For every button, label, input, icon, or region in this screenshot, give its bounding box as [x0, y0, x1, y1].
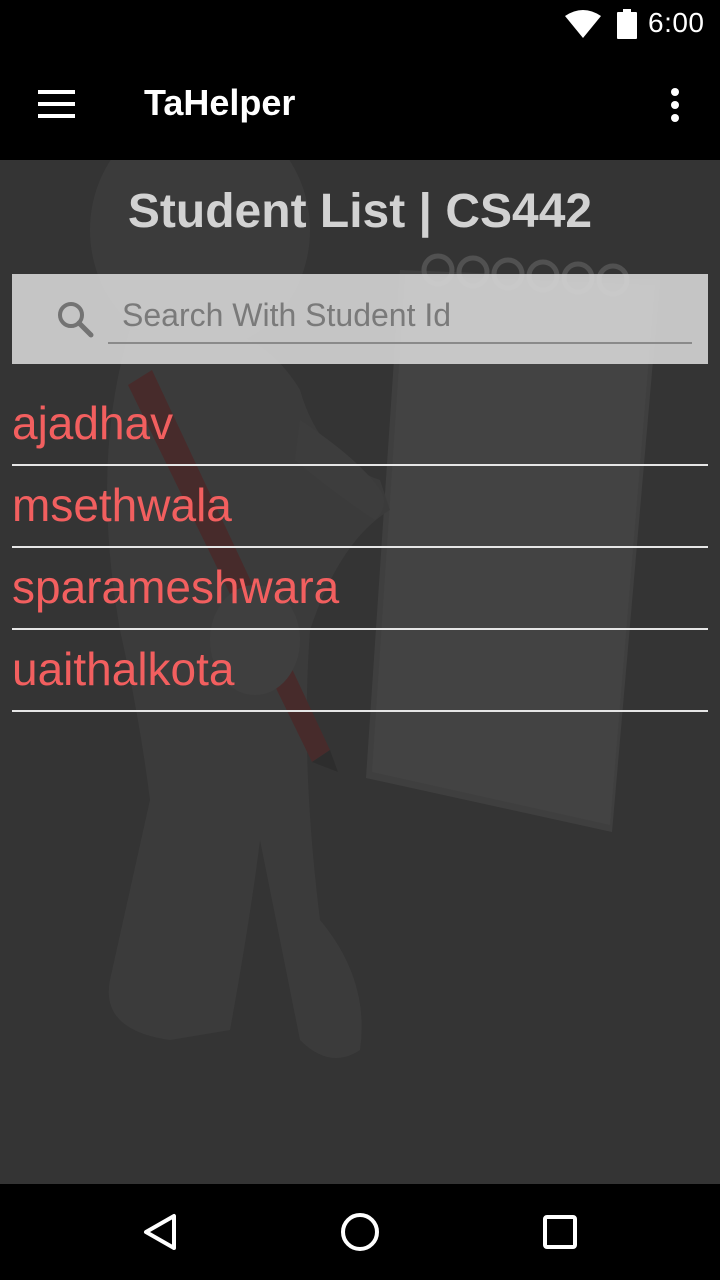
- list-item[interactable]: msethwala: [12, 466, 708, 548]
- overflow-dot: [671, 101, 679, 109]
- list-item[interactable]: ajadhav: [12, 384, 708, 466]
- search-input[interactable]: [108, 288, 692, 344]
- more-vert-icon[interactable]: [650, 76, 700, 132]
- student-id: ajadhav: [12, 397, 174, 449]
- list-item[interactable]: uaithalkota: [12, 630, 708, 712]
- back-icon[interactable]: [130, 1202, 190, 1262]
- status-bar: 6:00: [0, 0, 720, 48]
- page-title: Student List | CS442: [127, 185, 593, 238]
- main-content: Student List | CS442 ajadhav msethwala s…: [0, 160, 720, 1184]
- list-item[interactable]: sparameshwara: [12, 548, 708, 630]
- hamburger-menu-icon[interactable]: [20, 68, 92, 140]
- search-bar: [12, 274, 708, 364]
- app-bar: TaHelper: [0, 48, 720, 160]
- search-icon: [56, 300, 96, 344]
- overflow-dot: [671, 114, 679, 122]
- student-id: msethwala: [12, 479, 232, 531]
- menu-line: [38, 114, 75, 118]
- student-id: uaithalkota: [12, 643, 235, 695]
- home-icon[interactable]: [330, 1202, 390, 1262]
- overflow-dot: [671, 88, 679, 96]
- battery-icon: [617, 9, 637, 43]
- menu-line: [38, 102, 75, 106]
- student-id: sparameshwara: [12, 561, 340, 613]
- status-time: 6:00: [648, 7, 705, 38]
- app-title: TaHelper: [144, 82, 296, 123]
- student-list: ajadhav msethwala sparameshwara uaithalk…: [12, 384, 708, 712]
- app-screen: 6:00 TaHelper Student List | CS442 Searc…: [0, 0, 720, 1280]
- navigation-bar: [0, 1184, 720, 1280]
- wifi-icon: [565, 10, 601, 42]
- menu-line: [38, 90, 75, 94]
- recents-icon[interactable]: [530, 1202, 590, 1262]
